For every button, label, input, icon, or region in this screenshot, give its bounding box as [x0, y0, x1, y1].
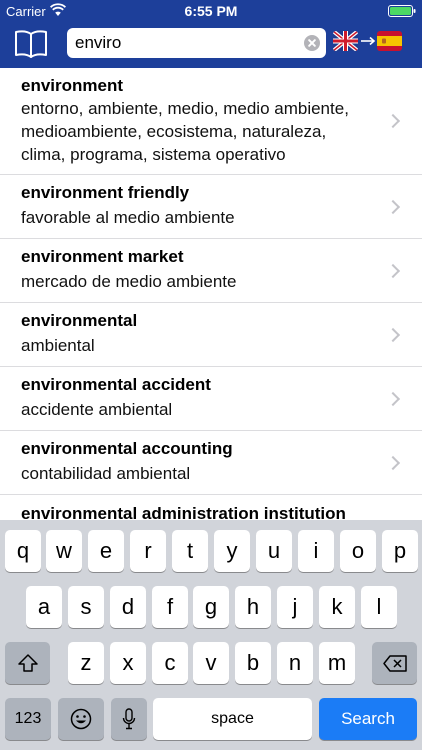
result-translation: ambiental: [21, 336, 95, 355]
microphone-icon: [122, 708, 136, 730]
emoji-smiley-icon: [70, 708, 92, 730]
key-a[interactable]: a: [26, 586, 62, 628]
search-input[interactable]: [75, 31, 295, 55]
shift-key[interactable]: [5, 642, 50, 684]
key-b[interactable]: b: [235, 642, 271, 684]
result-term: environment market: [21, 247, 184, 266]
search-box[interactable]: [67, 28, 326, 58]
key-o[interactable]: o: [340, 530, 376, 572]
result-row[interactable]: environment market mercado de medio ambi…: [0, 239, 422, 303]
key-j[interactable]: j: [277, 586, 313, 628]
dictionary-book-icon[interactable]: [14, 29, 48, 59]
uk-flag-icon: [333, 31, 358, 51]
status-bar: Carrier 6:55 PM: [0, 0, 422, 22]
key-k[interactable]: k: [319, 586, 355, 628]
navigation-header: Carrier 6:55 PM: [0, 0, 422, 68]
key-v[interactable]: v: [193, 642, 229, 684]
search-results-list: environment entorno, ambiente, medio, me…: [0, 68, 422, 520]
emoji-key[interactable]: [58, 698, 104, 740]
key-w[interactable]: w: [46, 530, 82, 572]
result-row[interactable]: environmental accounting contabilidad am…: [0, 431, 422, 495]
spain-flag-icon: [377, 31, 402, 51]
key-s[interactable]: s: [68, 586, 104, 628]
result-translation: mercado de medio ambiente: [21, 272, 237, 291]
key-x[interactable]: x: [110, 642, 146, 684]
key-l[interactable]: l: [361, 586, 397, 628]
result-translation: favorable al medio ambiente: [21, 208, 235, 227]
result-term: environmental accounting: [21, 439, 233, 458]
result-translation: contabilidad ambiental: [21, 464, 191, 483]
key-q[interactable]: q: [5, 530, 41, 572]
key-c[interactable]: c: [152, 642, 188, 684]
result-row[interactable]: environmental administration institution: [0, 495, 422, 520]
language-direction-toggle[interactable]: [333, 31, 403, 53]
clear-search-icon[interactable]: [304, 35, 320, 51]
backspace-key[interactable]: [372, 642, 417, 684]
result-term: environmental: [21, 311, 138, 330]
backspace-icon: [382, 654, 407, 672]
battery-icon: [388, 5, 416, 17]
key-p[interactable]: p: [382, 530, 418, 572]
result-term: environment: [21, 76, 124, 95]
key-y[interactable]: y: [214, 530, 250, 572]
result-row[interactable]: environmental ambiental: [0, 303, 422, 367]
key-f[interactable]: f: [152, 586, 188, 628]
on-screen-keyboard: q w e r t y u i o p a s d f g h j k l z …: [0, 520, 422, 750]
dictation-key[interactable]: [111, 698, 147, 740]
result-row[interactable]: environment entorno, ambiente, medio, me…: [0, 68, 422, 175]
search-key[interactable]: Search: [319, 698, 417, 740]
key-h[interactable]: h: [235, 586, 271, 628]
result-translation: entorno, ambiente, medio, medio ambiente…: [21, 99, 349, 164]
key-n[interactable]: n: [277, 642, 313, 684]
key-z[interactable]: z: [68, 642, 104, 684]
key-i[interactable]: i: [298, 530, 334, 572]
key-u[interactable]: u: [256, 530, 292, 572]
result-row[interactable]: environment friendly favorable al medio …: [0, 175, 422, 239]
space-key[interactable]: space: [153, 698, 312, 740]
result-translation: accidente ambiental: [21, 400, 173, 419]
numbers-key[interactable]: 123: [5, 698, 51, 740]
key-g[interactable]: g: [193, 586, 229, 628]
key-m[interactable]: m: [319, 642, 355, 684]
result-term: environmental administration institution: [21, 504, 346, 520]
key-r[interactable]: r: [130, 530, 166, 572]
key-e[interactable]: e: [88, 530, 124, 572]
key-d[interactable]: d: [110, 586, 146, 628]
shift-arrow-icon: [17, 654, 38, 672]
clock-time: 6:55 PM: [184, 3, 238, 19]
key-t[interactable]: t: [172, 530, 208, 572]
arrow-right-icon: [361, 36, 376, 46]
result-term: environmental accident: [21, 375, 211, 394]
result-row[interactable]: environmental accident accidente ambient…: [0, 367, 422, 431]
result-term: environment friendly: [21, 183, 190, 202]
